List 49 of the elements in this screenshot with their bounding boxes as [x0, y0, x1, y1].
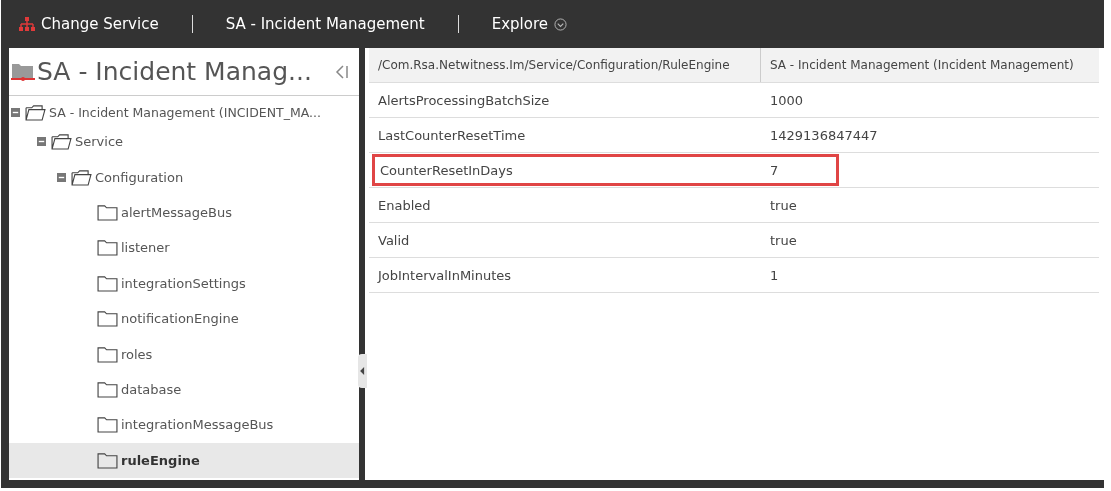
folder-icon — [97, 380, 118, 398]
separator — [191, 15, 193, 33]
collapse-icon[interactable] — [57, 172, 66, 182]
table-cell-text: LastCounterResetTime — [377, 127, 527, 143]
folder-icon — [71, 168, 92, 186]
folder-icon — [25, 103, 46, 121]
tree-item[interactable]: notificationEngine — [9, 300, 359, 337]
table-cell-text: JobIntervalInMinutes — [376, 267, 513, 283]
table-cell-text: 1 — [769, 267, 780, 283]
service-title: SA - Incident Management — [225, 15, 425, 33]
tree-item[interactable]: roles — [9, 336, 359, 372]
column-header: SA - Incident Management (Incident Management) — [769, 57, 1075, 74]
table-cell-text: 1429136847447 — [769, 127, 879, 143]
table-cell-text: true — [769, 232, 798, 248]
column-header: /Com.Rsa.Netwitness.Im/Service/Configuration/RuleEngine — [369, 48, 761, 82]
folder-icon — [97, 274, 118, 292]
change-service-link[interactable]: Change Service — [19, 15, 159, 33]
folder-icon — [97, 310, 118, 328]
folder-icon — [97, 416, 118, 434]
panel-title: SA - Incident Manag... — [37, 57, 313, 86]
separator — [457, 15, 459, 33]
collapse-icon[interactable] — [11, 107, 20, 117]
folder-icon — [97, 345, 118, 363]
table-cell-text: Valid — [377, 232, 411, 248]
table-cell-text: Enabled — [377, 197, 432, 213]
table-cell-text: AlertsProcessingBatchSize — [377, 92, 551, 108]
folder-icon — [97, 239, 118, 257]
folder-icon — [97, 451, 118, 469]
table-cell-text: 7 — [769, 162, 780, 178]
collapse-panel-button[interactable] — [335, 62, 349, 81]
tree-item[interactable]: ruleEngine — [9, 442, 359, 478]
table-cell-text: CounterResetInDays — [379, 162, 514, 178]
tree-item[interactable]: integrationMessageBus — [9, 407, 359, 443]
explore-menu[interactable]: Explore — [491, 15, 567, 33]
tree-item[interactable]: integrationSettings — [9, 265, 359, 301]
tree-item[interactable]: database — [9, 371, 359, 408]
folder-icon — [97, 203, 118, 221]
chevron-down-icon — [554, 17, 567, 31]
tree-item[interactable]: Service — [9, 124, 359, 160]
tree-item[interactable]: alertMessageBus — [9, 194, 359, 231]
folder-icon — [51, 133, 72, 151]
tree-item[interactable]: listener — [9, 230, 359, 266]
collapse-icon[interactable] — [37, 137, 46, 147]
tree-item[interactable]: Configuration — [9, 159, 359, 195]
resize-handle[interactable] — [358, 354, 367, 388]
network-icon — [19, 16, 35, 32]
tree-item[interactable]: SA - Incident Management (INCIDENT_MA... — [9, 100, 359, 124]
table-cell-text: true — [769, 197, 798, 213]
table-cell-text: 1000 — [769, 92, 805, 108]
